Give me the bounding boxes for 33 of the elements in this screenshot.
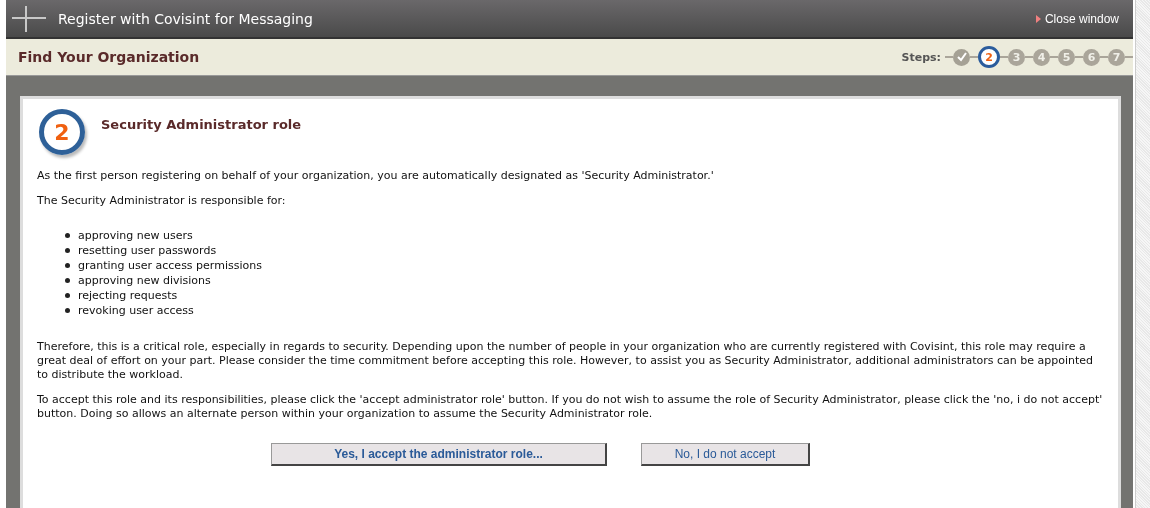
list-item: approving new divisions — [78, 273, 211, 288]
step-indicator: 5 — [1058, 48, 1075, 66]
step-indicator: 2 — [978, 46, 1000, 68]
close-window-link[interactable]: Close window — [1035, 11, 1119, 26]
scrollbar[interactable] — [1135, 0, 1150, 508]
list-heading: The Security Administrator is responsible for: — [37, 194, 287, 208]
paragraph: Therefore, this is a critical role, especially in regards to security. Depending upon the number of people in your organization who are currently registered with Covisint, this role may require a great deal of effort on your part. Please consider the time commitment before accepting this role. However, to assist you as Security Administrator, additional administrators can be appointed to distribute the workload. — [37, 340, 1095, 382]
window-title: Register with Covisint for Messaging — [58, 10, 314, 27]
step-indicator: 4 — [1033, 48, 1050, 66]
steps-label: Steps: — [901, 50, 941, 64]
bullet-icon — [65, 263, 70, 268]
list-item: revoking user access — [78, 303, 194, 318]
step-indicator: 3 — [1008, 48, 1025, 66]
accept-button[interactable]: Yes, I accept the administrator role... — [271, 443, 607, 466]
step-indicator: 6 — [1083, 48, 1100, 66]
list-item: approving new users — [78, 228, 193, 243]
page-title: Find Your Organization — [18, 49, 200, 65]
paragraph: To accept this role and its responsibilities, please click the 'accept administrator role' button. If you do not wish to assume the role of Security Administrator, please click the 'no, i do not accept' button. Doing so allows an alternate person within your organization to assume the Security Administrator role. — [37, 393, 1104, 421]
triangle-icon — [1035, 14, 1041, 23]
bullet-icon — [65, 293, 70, 298]
bullet-icon — [65, 278, 70, 283]
section-title: Security Administrator role — [101, 117, 302, 132]
list-item: rejecting requests — [78, 288, 178, 303]
list-item: granting user access permissions — [78, 258, 262, 273]
bullet-icon — [65, 308, 70, 313]
bullet-icon — [65, 233, 70, 238]
bullet-icon — [65, 248, 70, 253]
decline-button[interactable]: No, I do not accept — [641, 443, 810, 466]
step-indicator: 7 — [1108, 48, 1125, 66]
step-number-badge: 2 — [39, 109, 85, 155]
list-item: resetting user passwords — [78, 243, 217, 258]
crosshair-logo-icon — [12, 5, 46, 32]
intro-text: As the first person registering on behalf of your organization, you are automatically designated as 'Security Administrator.' — [37, 169, 715, 183]
